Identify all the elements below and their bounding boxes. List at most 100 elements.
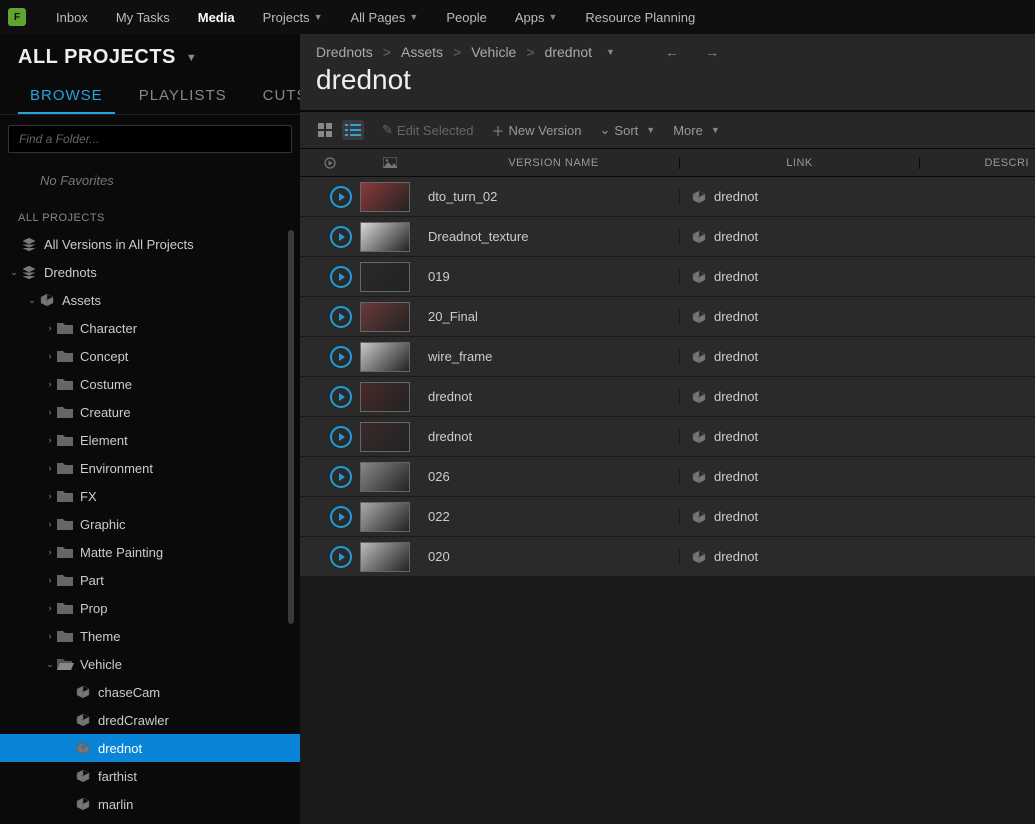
sidebar-project-selector[interactable]: ALL PROJECTS ▼ (0, 34, 300, 77)
tree-item-drednot[interactable]: drednot (0, 734, 300, 762)
tree-item-assets[interactable]: ⌄Assets (0, 286, 300, 314)
nav-people[interactable]: People (432, 0, 500, 34)
sidebar-tab-browse[interactable]: BROWSE (18, 77, 115, 114)
table-row[interactable]: 026 drednot (300, 457, 1035, 497)
play-button[interactable] (330, 186, 352, 208)
tree-caret-icon[interactable]: › (44, 379, 56, 389)
play-button[interactable] (330, 226, 352, 248)
nav-inbox[interactable]: Inbox (42, 0, 102, 34)
table-row[interactable]: 022 drednot (300, 497, 1035, 537)
play-button[interactable] (330, 266, 352, 288)
table-row[interactable]: dto_turn_02 drednot (300, 177, 1035, 217)
breadcrumb-item[interactable]: Assets (401, 44, 443, 60)
tree-item-element[interactable]: ›Element (0, 426, 300, 454)
play-button[interactable] (330, 346, 352, 368)
tree-item-character[interactable]: ›Character (0, 314, 300, 342)
sidebar-tab-playlists[interactable]: PLAYLISTS (127, 77, 239, 114)
play-button[interactable] (330, 506, 352, 528)
sort-button[interactable]: ⌄Sort▼ (600, 122, 656, 138)
grid-view-button[interactable] (314, 120, 336, 140)
tree-caret-icon[interactable]: › (44, 407, 56, 417)
table-row[interactable]: drednot drednot (300, 377, 1035, 417)
tree-caret-icon[interactable]: › (44, 547, 56, 557)
table-row[interactable]: 20_Final drednot (300, 297, 1035, 337)
play-button[interactable] (330, 306, 352, 328)
link-label[interactable]: drednot (714, 269, 758, 284)
version-thumbnail[interactable] (360, 462, 410, 492)
tree-caret-icon[interactable]: ⌄ (26, 295, 38, 306)
link-label[interactable]: drednot (714, 389, 758, 404)
nav-apps[interactable]: Apps▼ (501, 0, 572, 34)
chevron-down-icon[interactable]: ▼ (606, 47, 615, 57)
nav-media[interactable]: Media (184, 0, 249, 34)
nav-resource-planning[interactable]: Resource Planning (571, 0, 709, 34)
link-label[interactable]: drednot (714, 349, 758, 364)
link-label[interactable]: drednot (714, 189, 758, 204)
play-button[interactable] (330, 386, 352, 408)
play-button[interactable] (330, 466, 352, 488)
table-row[interactable]: Dreadnot_texture drednot (300, 217, 1035, 257)
tree-item-farthist[interactable]: farthist (0, 762, 300, 790)
version-thumbnail[interactable] (360, 342, 410, 372)
edit-selected-button[interactable]: ✎Edit Selected (382, 122, 474, 138)
tree-item-dredcrawler[interactable]: dredCrawler (0, 706, 300, 734)
play-button[interactable] (330, 546, 352, 568)
tree-item-drednots[interactable]: ⌄Drednots (0, 258, 300, 286)
tree-caret-icon[interactable]: › (44, 435, 56, 445)
link-label[interactable]: drednot (714, 229, 758, 244)
nav-my-tasks[interactable]: My Tasks (102, 0, 184, 34)
tree-caret-icon[interactable]: › (44, 351, 56, 361)
col-desc-header[interactable]: DESCRI (919, 157, 1035, 169)
col-play-header[interactable] (300, 157, 360, 169)
nav-forward-icon[interactable]: → (705, 44, 719, 60)
tree-item-creature[interactable]: ›Creature (0, 398, 300, 426)
app-logo[interactable]: F (8, 8, 26, 26)
link-label[interactable]: drednot (714, 429, 758, 444)
link-label[interactable]: drednot (714, 549, 758, 564)
tree-caret-icon[interactable]: › (44, 519, 56, 529)
tree-caret-icon[interactable]: › (44, 575, 56, 585)
list-view-button[interactable] (342, 120, 364, 140)
more-button[interactable]: More▼ (673, 123, 720, 138)
col-link-header[interactable]: LINK (679, 157, 919, 169)
play-button[interactable] (330, 426, 352, 448)
breadcrumb-item[interactable]: drednot (545, 44, 592, 60)
tree-item-part[interactable]: ›Part (0, 566, 300, 594)
col-name-header[interactable]: VERSION NAME (420, 157, 679, 169)
breadcrumb-item[interactable]: Vehicle (471, 44, 516, 60)
tree-item-all-versions-in-all-projects[interactable]: All Versions in All Projects (0, 230, 300, 258)
tree-item-vehicle[interactable]: ⌄Vehicle (0, 650, 300, 678)
table-row[interactable]: 020 drednot (300, 537, 1035, 577)
tree-caret-icon[interactable]: › (44, 491, 56, 501)
tree-item-chasecam[interactable]: chaseCam (0, 678, 300, 706)
tree-caret-icon[interactable]: › (44, 631, 56, 641)
tree-item-environment[interactable]: ›Environment (0, 454, 300, 482)
tree-caret-icon[interactable]: ⌄ (44, 659, 56, 670)
link-label[interactable]: drednot (714, 309, 758, 324)
table-row[interactable]: 019 drednot (300, 257, 1035, 297)
tree-item-concept[interactable]: ›Concept (0, 342, 300, 370)
tree-caret-icon[interactable]: › (44, 323, 56, 333)
link-label[interactable]: drednot (714, 469, 758, 484)
breadcrumb-item[interactable]: Drednots (316, 44, 373, 60)
version-thumbnail[interactable] (360, 542, 410, 572)
tree-item-costume[interactable]: ›Costume (0, 370, 300, 398)
new-version-button[interactable]: ＋New Version (492, 121, 582, 140)
version-thumbnail[interactable] (360, 422, 410, 452)
tree-caret-icon[interactable]: › (44, 463, 56, 473)
col-thumb-header[interactable] (360, 157, 420, 168)
version-thumbnail[interactable] (360, 222, 410, 252)
nav-all-pages[interactable]: All Pages▼ (336, 0, 432, 34)
version-thumbnail[interactable] (360, 262, 410, 292)
tree-caret-icon[interactable]: › (44, 603, 56, 613)
folder-search-input[interactable] (8, 125, 292, 153)
tree-item-prop[interactable]: ›Prop (0, 594, 300, 622)
version-thumbnail[interactable] (360, 502, 410, 532)
nav-projects[interactable]: Projects▼ (249, 0, 337, 34)
version-thumbnail[interactable] (360, 182, 410, 212)
tree-item-marlin[interactable]: marlin (0, 790, 300, 818)
link-label[interactable]: drednot (714, 509, 758, 524)
tree-item-matte-painting[interactable]: ›Matte Painting (0, 538, 300, 566)
version-thumbnail[interactable] (360, 302, 410, 332)
version-thumbnail[interactable] (360, 382, 410, 412)
